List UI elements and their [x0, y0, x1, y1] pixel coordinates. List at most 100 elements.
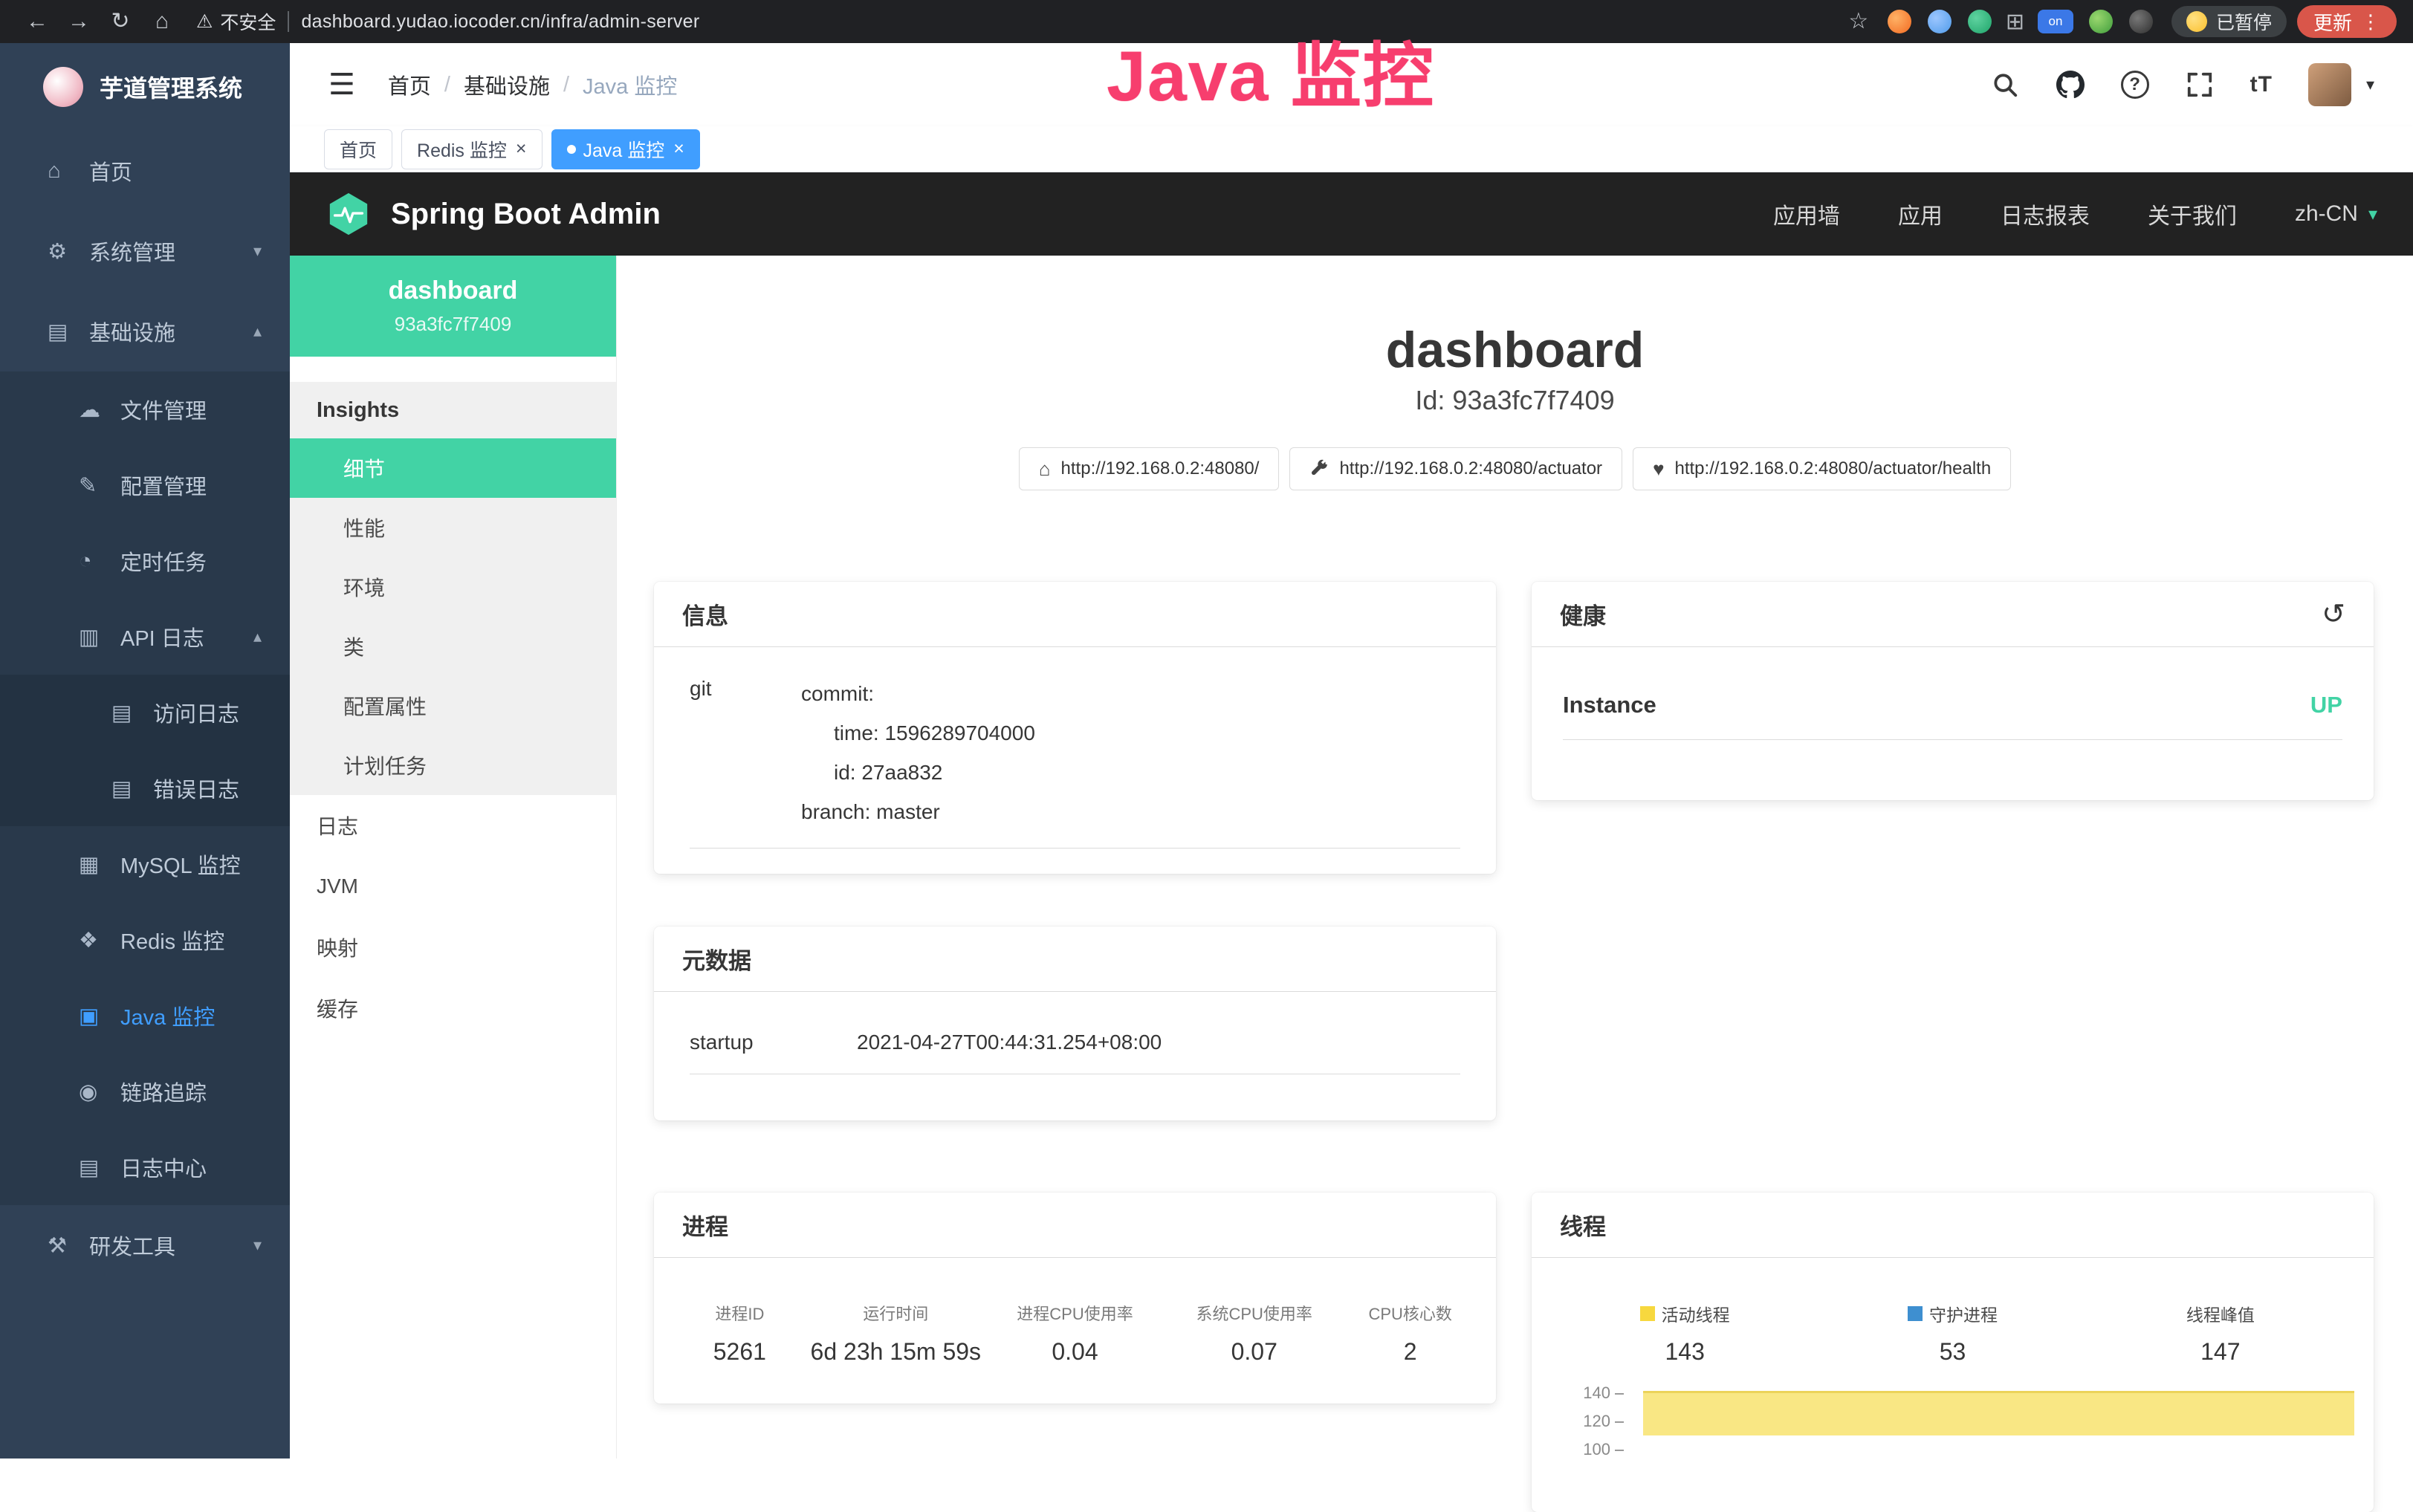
- info-line: time: 1596289704000: [801, 713, 1460, 753]
- instance-nav-performance[interactable]: 性能: [290, 498, 616, 557]
- extension-icon[interactable]: [2089, 10, 2113, 33]
- sba-nav-about[interactable]: 关于我们: [2148, 198, 2237, 230]
- avatar-caret-icon[interactable]: ▾: [2366, 75, 2374, 94]
- back-icon[interactable]: ←: [16, 0, 58, 43]
- process-col-value: 5261: [673, 1338, 806, 1366]
- breadcrumb-home[interactable]: 首页: [388, 69, 431, 100]
- sidebar-item-file-management[interactable]: ☁ 文件管理: [0, 371, 290, 447]
- browser-update-button[interactable]: 更新 ⋮: [2297, 5, 2397, 38]
- chevron-up-icon: ▴: [253, 627, 262, 646]
- font-size-icon[interactable]: tT: [2250, 72, 2273, 97]
- sidebar-item-config-management[interactable]: ✎ 配置管理: [0, 447, 290, 523]
- sidebar-item-label: 文件管理: [120, 394, 207, 425]
- sba-nav-wallboard[interactable]: 应用墙: [1773, 198, 1840, 230]
- threads-card: 线程 活动线程 143 守护进程 53 线程峰值 147: [1532, 1193, 2374, 1512]
- sidebar-item-system-management[interactable]: ⚙ 系统管理 ▾: [0, 211, 290, 291]
- search-icon[interactable]: [1990, 70, 2020, 100]
- extensions-grid-icon[interactable]: ⊞: [2006, 9, 2024, 35]
- info-key: git: [690, 674, 801, 831]
- info-line: branch: master: [801, 792, 1460, 831]
- sidebar-item-api-logs[interactable]: ▥ API 日志 ▴: [0, 599, 290, 675]
- extension-toggle-icon[interactable]: on: [2038, 10, 2073, 33]
- sidebar-item-label: 访问日志: [153, 697, 239, 728]
- extension-icon[interactable]: [1928, 10, 1952, 33]
- sidebar-item-log-center[interactable]: ▤ 日志中心: [0, 1129, 290, 1205]
- instance-nav-environment[interactable]: 环境: [290, 557, 616, 617]
- instance-health-link[interactable]: ♥ http://192.168.0.2:48080/actuator/heal…: [1633, 447, 2011, 490]
- close-icon[interactable]: ×: [516, 138, 527, 160]
- kebab-menu-icon[interactable]: ⋮: [2361, 10, 2380, 33]
- reload-icon[interactable]: ↻: [100, 0, 141, 43]
- health-instance-label: Instance: [1563, 692, 1656, 718]
- user-avatar[interactable]: [2308, 63, 2351, 106]
- instance-nav-details[interactable]: 细节: [290, 438, 616, 498]
- tab-redis-monitor[interactable]: Redis 监控 ×: [401, 129, 542, 169]
- app-logo-avatar: [43, 67, 83, 107]
- layers-icon: ❖: [79, 927, 113, 953]
- instance-nav-jvm[interactable]: JVM: [290, 856, 616, 917]
- infrastructure-icon: ▤: [48, 319, 82, 345]
- tab-label: Java 监控: [583, 136, 665, 163]
- instance-actuator-link[interactable]: http://192.168.0.2:48080/actuator: [1289, 447, 1622, 490]
- close-icon[interactable]: ×: [673, 138, 684, 160]
- sidebar-item-label: 系统管理: [89, 236, 175, 267]
- sidebar-item-tracing[interactable]: ◉ 链路追踪: [0, 1054, 290, 1129]
- instance-nav-caches[interactable]: 缓存: [290, 978, 616, 1039]
- sidebar-item-redis-monitor[interactable]: ❖ Redis 监控: [0, 902, 290, 978]
- sidebar-item-java-monitor[interactable]: ▣ Java 监控: [0, 978, 290, 1054]
- info-line: id: 27aa832: [801, 753, 1460, 792]
- instance-home-link[interactable]: ⌂ http://192.168.0.2:48080/: [1019, 447, 1280, 490]
- fullscreen-icon[interactable]: [2185, 70, 2215, 100]
- sidebar-item-mysql-monitor[interactable]: ▦ MySQL 监控: [0, 826, 290, 902]
- tab-java-monitor[interactable]: Java 监控 ×: [551, 129, 700, 169]
- instance-id: 93a3fc7f7409: [395, 313, 512, 336]
- sidebar-item-scheduled-tasks[interactable]: ◔ 定时任务: [0, 523, 290, 599]
- breadcrumb-infrastructure[interactable]: 基础设施: [464, 69, 550, 100]
- extension-icon[interactable]: [1968, 10, 1992, 33]
- sba-locale-select[interactable]: zh-CN ▾: [2295, 201, 2377, 227]
- sidebar-item-error-logs[interactable]: ▤ 错误日志: [0, 750, 290, 826]
- address-bar[interactable]: ⚠ 不安全 dashboard.yudao.iocoder.cn/infra/a…: [196, 8, 699, 35]
- github-icon[interactable]: [2056, 70, 2085, 100]
- sba-nav-applications[interactable]: 应用: [1898, 198, 1943, 230]
- browser-home-icon[interactable]: ⌂: [141, 0, 183, 43]
- page-title: dashboard: [617, 321, 2413, 379]
- instance-nav-classes[interactable]: 类: [290, 617, 616, 676]
- tab-home[interactable]: 首页: [324, 129, 392, 169]
- sba-nav-journal[interactable]: 日志报表: [2001, 198, 2090, 230]
- info-row-git: git commit: time: 1596289704000 id: 27aa…: [690, 674, 1460, 849]
- instance-nav-logs[interactable]: 日志: [290, 795, 616, 856]
- hamburger-icon[interactable]: ☰: [328, 68, 355, 102]
- database-icon: ▦: [79, 851, 113, 877]
- instance-nav-mappings[interactable]: 映射: [290, 917, 616, 978]
- process-card: 进程 进程ID 5261 运行时间 6d 23h 15m 59s 进程CPU使用…: [654, 1193, 1496, 1404]
- insights-group: Insights 细节 性能 环境 类 配置属性 计划任务: [290, 382, 616, 795]
- document-icon: ▤: [111, 700, 146, 726]
- extension-puzzle-icon[interactable]: [2129, 10, 2153, 33]
- bookmark-star-icon[interactable]: ☆: [1838, 0, 1879, 43]
- history-icon[interactable]: ↺: [2322, 597, 2345, 631]
- instance-nav-scheduled-tasks[interactable]: 计划任务: [290, 736, 616, 795]
- sidebar-item-infrastructure[interactable]: ▤ 基础设施 ▴: [0, 291, 290, 371]
- sidebar-item-label: 基础设施: [89, 316, 175, 347]
- app-logo[interactable]: 芋道管理系统: [0, 43, 290, 131]
- process-col-uptime: 运行时间 6d 23h 15m 59s: [806, 1301, 985, 1366]
- breadcrumb-separator: /: [563, 73, 569, 97]
- sidebar-item-home[interactable]: ⌂ 首页: [0, 131, 290, 211]
- instance-header[interactable]: dashboard 93a3fc7f7409: [290, 256, 616, 357]
- legend-swatch-blue: [1908, 1306, 1923, 1321]
- sba-brand-title[interactable]: Spring Boot Admin: [391, 198, 661, 231]
- forward-icon[interactable]: →: [58, 0, 100, 43]
- insights-group-label: Insights: [290, 382, 616, 438]
- extension-icon[interactable]: [1888, 10, 1911, 33]
- url-text[interactable]: dashboard.yudao.iocoder.cn/infra/admin-s…: [301, 11, 699, 33]
- paused-extension-badge[interactable]: 已暂停: [2171, 6, 2287, 37]
- breadcrumb-current: Java 监控: [583, 69, 677, 100]
- info-value: commit: time: 1596289704000 id: 27aa832 …: [801, 674, 1460, 831]
- metadata-key: startup: [690, 1031, 857, 1054]
- instance-nav-config-props[interactable]: 配置属性: [290, 676, 616, 736]
- sidebar-item-dev-tools[interactable]: ⚒ 研发工具 ▾: [0, 1205, 290, 1285]
- instance-links: ⌂ http://192.168.0.2:48080/ http://192.1…: [617, 447, 2413, 490]
- sidebar-item-access-logs[interactable]: ▤ 访问日志: [0, 675, 290, 750]
- help-icon[interactable]: ?: [2121, 71, 2149, 99]
